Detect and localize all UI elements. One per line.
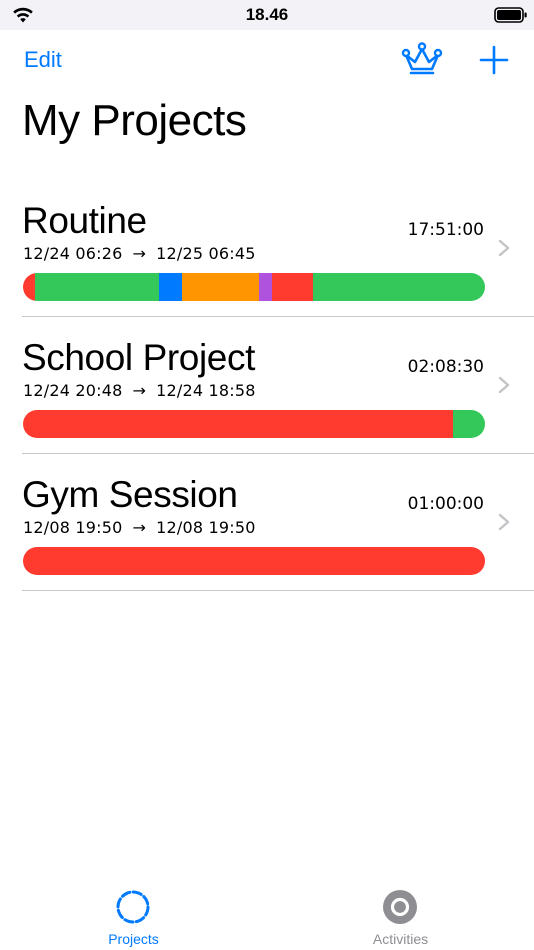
screen: 18.46 Edit My Projects Routine 12/24 06:…: [0, 0, 534, 950]
arrow-right-icon: →: [132, 518, 147, 537]
project-start: 12/08 19:50: [23, 518, 123, 537]
project-start: 12/24 20:48: [23, 381, 123, 400]
tab-projects[interactable]: Projects: [0, 880, 267, 950]
project-name: School Project: [22, 337, 255, 378]
chevron-right-icon: [498, 513, 510, 531]
status-time: 18.46: [245, 5, 289, 24]
battery-icon: [494, 7, 527, 23]
tab-activities[interactable]: Activities: [267, 880, 534, 950]
project-start: 12/24 06:26: [23, 244, 123, 263]
activity-segment: [34, 273, 160, 301]
activity-segment: [272, 273, 314, 301]
chevron-right-icon: [498, 376, 510, 394]
project-dates: 12/08 19:50 → 12/08 19:50: [23, 518, 256, 537]
project-row-routine[interactable]: Routine 12/24 06:26 → 12/25 06:45 17:51:00: [0, 180, 534, 317]
tab-label: Projects: [108, 931, 159, 947]
project-row-gym-session[interactable]: Gym Session 12/08 19:50 → 12/08 19:50 01:0…: [0, 454, 534, 591]
project-duration: 02:08:30: [407, 357, 484, 377]
project-dates: 12/24 06:26 → 12/25 06:45: [23, 244, 256, 263]
activity-segment: [23, 547, 485, 575]
project-list: Routine 12/24 06:26 → 12/25 06:45 17:51:00…: [0, 180, 534, 591]
arrow-right-icon: →: [132, 244, 147, 263]
project-name: Gym Session: [22, 474, 238, 515]
add-project-button[interactable]: [478, 44, 510, 76]
page-title: My Projects: [22, 96, 247, 145]
crown-icon[interactable]: [400, 40, 444, 80]
status-bar: 18.46: [0, 0, 534, 30]
tab-bar: Projects Activities: [0, 880, 534, 950]
project-end: 12/24 18:58: [156, 381, 256, 400]
project-duration: 01:00:00: [407, 494, 484, 514]
activity-segment: [258, 273, 273, 301]
activity-segment: [182, 273, 259, 301]
project-end: 12/08 19:50: [156, 518, 256, 537]
row-divider: [22, 590, 534, 591]
project-row-school-project[interactable]: School Project 12/24 20:48 → 12/24 18:58 0…: [0, 317, 534, 454]
project-end: 12/25 06:45: [156, 244, 256, 263]
activity-segment: [452, 410, 485, 438]
activity-time-bar: [23, 547, 485, 575]
activity-segment: [313, 273, 485, 301]
edit-button[interactable]: Edit: [24, 47, 62, 73]
activity-segment: [23, 273, 35, 301]
project-duration: 17:51:00: [407, 220, 484, 240]
activity-segment: [159, 273, 183, 301]
project-name: Routine: [22, 200, 147, 241]
dashed-circle-icon: [116, 890, 150, 924]
arrow-right-icon: →: [132, 381, 147, 400]
chevron-right-icon: [498, 239, 510, 257]
activity-segment: [23, 410, 453, 438]
activity-time-bar: [23, 410, 485, 438]
tab-label: Activities: [372, 931, 429, 947]
activity-time-bar: [23, 273, 485, 301]
ring-icon: [383, 890, 417, 924]
project-dates: 12/24 20:48 → 12/24 18:58: [23, 381, 256, 400]
